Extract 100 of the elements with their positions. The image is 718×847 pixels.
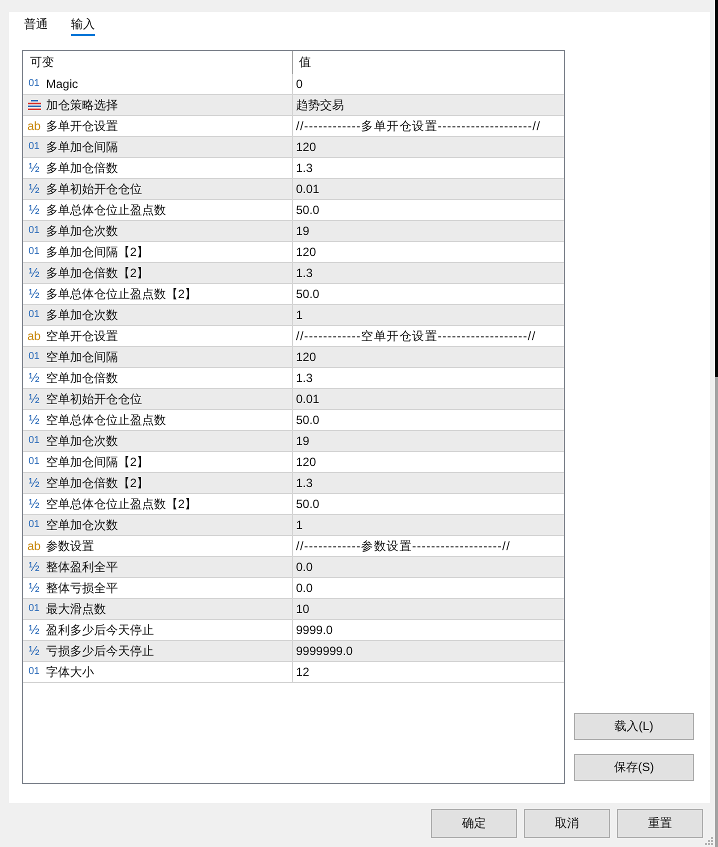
integer-icon: 01 [27, 245, 41, 259]
table-row[interactable]: ½ 多单总体仓位止盈点数【2】 50.0 [23, 284, 564, 305]
parameter-name: 多单总体仓位止盈点数【2】 [46, 286, 197, 303]
parameter-value: 9999.0 [292, 620, 564, 640]
table-row[interactable]: 01 空单加仓间隔【2】 120 [23, 452, 564, 473]
parameter-name: 多单加仓倍数 [46, 160, 118, 177]
table-row[interactable]: 01 字体大小 12 [23, 662, 564, 683]
parameter-value: 120 [292, 242, 564, 262]
table-row[interactable]: 01 空单加仓次数 19 [23, 431, 564, 452]
fraction-icon: ½ [27, 413, 41, 427]
fraction-icon: ½ [27, 203, 41, 217]
table-row[interactable]: 01 多单加仓间隔 120 [23, 137, 564, 158]
tab[interactable]: 输入 [71, 12, 95, 36]
parameter-value: 120 [292, 347, 564, 367]
parameter-name: 多单加仓间隔【2】 [46, 244, 149, 261]
table-row[interactable]: ½ 空单总体仓位止盈点数【2】 50.0 [23, 494, 564, 515]
table-row[interactable]: ½ 盈利多少后今天停止 9999.0 [23, 620, 564, 641]
parameter-value: 1.3 [292, 473, 564, 493]
list-icon [28, 100, 40, 110]
parameter-name: 空单加仓间隔【2】 [46, 454, 149, 471]
parameter-value: 120 [292, 452, 564, 472]
integer-icon: 01 [27, 308, 41, 322]
table-row[interactable]: ½ 亏损多少后今天停止 9999999.0 [23, 641, 564, 662]
parameter-name: 多单总体仓位止盈点数 [46, 202, 166, 219]
table-row[interactable]: ab 多单开仓设置 //------------多单开仓设置--------------------// [23, 116, 564, 137]
parameter-value: 50.0 [292, 494, 564, 514]
table-row[interactable]: 01 多单加仓次数 19 [23, 221, 564, 242]
fraction-icon: ½ [27, 392, 41, 406]
parameter-name: 空单加仓间隔 [46, 349, 118, 366]
footer-button[interactable]: 重置 [617, 809, 703, 838]
parameter-value: 50.0 [292, 284, 564, 304]
table-row[interactable]: ab 空单开仓设置 //------------空单开仓设置-------------------// [23, 326, 564, 347]
parameter-value: 19 [292, 431, 564, 451]
parameter-name: 空单加仓次数 [46, 433, 118, 450]
table-row[interactable]: 01 空单加仓间隔 120 [23, 347, 564, 368]
integer-icon: 01 [27, 455, 41, 469]
fraction-icon: ½ [27, 287, 41, 301]
fraction-icon: ½ [27, 371, 41, 385]
parameter-value: 0.0 [292, 557, 564, 577]
parameter-value: 1 [292, 515, 564, 535]
table-row[interactable]: ½ 多单加仓倍数 1.3 [23, 158, 564, 179]
parameter-value: 0.01 [292, 179, 564, 199]
table-row[interactable]: ½ 整体盈利全平 0.0 [23, 557, 564, 578]
parameter-value: 0.0 [292, 578, 564, 598]
table-row[interactable]: 01 最大滑点数 10 [23, 599, 564, 620]
parameter-name: 空单初始开仓仓位 [46, 391, 142, 408]
parameter-value: 120 [292, 137, 564, 157]
table-row[interactable]: 01 多单加仓间隔【2】 120 [23, 242, 564, 263]
parameter-name: 空单总体仓位止盈点数【2】 [46, 496, 197, 513]
fraction-icon: ½ [27, 623, 41, 637]
table-row[interactable]: 01 空单加仓次数 1 [23, 515, 564, 536]
fraction-icon: ½ [27, 182, 41, 196]
parameter-name: 多单加仓间隔 [46, 139, 118, 156]
integer-icon: 01 [27, 140, 41, 154]
table-row[interactable]: ½ 多单总体仓位止盈点数 50.0 [23, 200, 564, 221]
parameter-name: 空单加仓倍数 [46, 370, 118, 387]
parameter-value: 趋势交易 [292, 95, 564, 115]
integer-icon: 01 [27, 434, 41, 448]
side-button[interactable]: 载入(L) [574, 713, 694, 740]
tab[interactable]: 普通 [24, 12, 48, 36]
parameter-name: 多单开仓设置 [46, 118, 118, 135]
text-icon: ab [27, 119, 41, 133]
parameter-name: 空单总体仓位止盈点数 [46, 412, 166, 429]
table-row[interactable]: ½ 空单加仓倍数 1.3 [23, 368, 564, 389]
parameter-value: 50.0 [292, 200, 564, 220]
table-row[interactable]: ½ 空单加仓倍数【2】 1.3 [23, 473, 564, 494]
footer-button[interactable]: 取消 [524, 809, 610, 838]
parameter-name: 加仓策略选择 [46, 97, 118, 114]
table-row[interactable]: 01 多单加仓次数 1 [23, 305, 564, 326]
table-row[interactable]: ½ 多单初始开仓仓位 0.01 [23, 179, 564, 200]
text-icon: ab [27, 539, 41, 553]
parameter-name: 参数设置 [46, 538, 94, 555]
table-row[interactable]: 01 Magic 0 [23, 74, 564, 95]
table-row[interactable]: ½ 多单加仓倍数【2】 1.3 [23, 263, 564, 284]
parameter-name: 多单加仓倍数【2】 [46, 265, 149, 282]
parameter-name: 多单加仓次数 [46, 307, 118, 324]
parameter-name: 空单加仓倍数【2】 [46, 475, 149, 492]
parameter-name: 多单加仓次数 [46, 223, 118, 240]
parameter-name: 多单初始开仓仓位 [46, 181, 142, 198]
table-row[interactable]: ½ 整体亏损全平 0.0 [23, 578, 564, 599]
fraction-icon: ½ [27, 266, 41, 280]
fraction-icon: ½ [27, 644, 41, 658]
parameter-value: 1 [292, 305, 564, 325]
text-icon: ab [27, 329, 41, 343]
side-button[interactable]: 保存(S) [574, 754, 694, 781]
integer-icon: 01 [27, 602, 41, 616]
parameter-name: 空单开仓设置 [46, 328, 118, 345]
resize-grip-icon[interactable] [705, 837, 713, 845]
parameter-name: 整体亏损全平 [46, 580, 118, 597]
table-row[interactable]: ½ 空单初始开仓仓位 0.01 [23, 389, 564, 410]
table-row[interactable]: 加仓策略选择 趋势交易 [23, 95, 564, 116]
parameter-value: 0 [292, 74, 564, 94]
column-header: 可变 [29, 54, 55, 71]
parameter-value: 1.3 [292, 158, 564, 178]
parameter-value: //------------参数设置-------------------// [292, 536, 564, 556]
parameter-value: 1.3 [292, 368, 564, 388]
parameter-name: 空单加仓次数 [46, 517, 118, 534]
footer-button[interactable]: 确定 [431, 809, 517, 838]
table-row[interactable]: ab 参数设置 //------------参数设置-------------------// [23, 536, 564, 557]
table-row[interactable]: ½ 空单总体仓位止盈点数 50.0 [23, 410, 564, 431]
